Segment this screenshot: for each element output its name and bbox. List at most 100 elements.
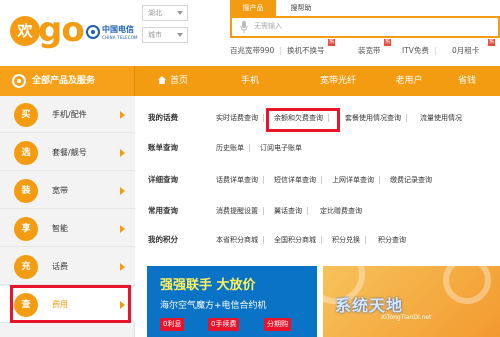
hot-link-label: 0月租卡 bbox=[452, 46, 480, 55]
fee-row-label: 详细查询 bbox=[148, 175, 178, 184]
fee-row-label: 账单查询 bbox=[148, 143, 178, 152]
logo-go-text: go bbox=[38, 10, 85, 50]
fee-link[interactable]: 流量使用情况 bbox=[420, 106, 462, 130]
fee-highlight-box bbox=[10, 285, 131, 323]
site-logo[interactable]: 欢 go bbox=[10, 10, 85, 50]
watermark-url: XiTongTianDi.net bbox=[381, 314, 432, 321]
chevron-right-icon bbox=[120, 263, 125, 271]
banner-headline: 强强联手 大放价 bbox=[160, 278, 256, 293]
nav-broadband[interactable]: 宽带光纤 bbox=[302, 66, 374, 96]
fee-link[interactable]: 全国积分商城 bbox=[274, 228, 322, 252]
hot-badge: 热 bbox=[384, 39, 392, 46]
banner-chip: 0手续费 bbox=[208, 318, 240, 331]
fee-row-detail-query: 详细查询 话费详单查询 短信详单查询 上网详单查询 缴费记录查询 bbox=[136, 168, 500, 192]
fee-link[interactable]: 本省积分商城 bbox=[216, 228, 264, 252]
microphone-icon bbox=[240, 21, 248, 33]
telecom-name: 中国电信 bbox=[102, 25, 134, 34]
telecom-icon bbox=[86, 25, 100, 39]
fee-row-label: 我的话费 bbox=[148, 113, 178, 122]
main-nav: 全部产品及服务 首页 手机 宽带光纤 老用户 省钱 bbox=[0, 66, 500, 96]
telecom-sub: CHINA TELECOM bbox=[102, 35, 138, 40]
hot-link-label: 百兆宽带990 bbox=[230, 46, 275, 55]
hot-link-label: 换机不换号 bbox=[287, 46, 325, 55]
home-icon bbox=[157, 76, 166, 84]
fee-row-bill-query: 账单查询 历史账单 订阅电子账单 bbox=[136, 136, 500, 160]
sidebar-item-broadband[interactable]: 装 宽带 bbox=[0, 172, 135, 209]
promo-banner-haier[interactable]: 强强联手 大放价 海尔空气魔方+电信合约机 0利息 0手续费 分期购 bbox=[147, 266, 317, 337]
select-icon: 选 bbox=[14, 141, 38, 165]
hot-link-label: ITV免费 bbox=[402, 46, 429, 55]
city-select[interactable]: 城市 bbox=[142, 27, 188, 43]
hot-link[interactable]: 装宽带热 bbox=[358, 39, 392, 58]
sidebar-item-label: 话费 bbox=[52, 262, 68, 271]
sidebar-item-label: 智能 bbox=[52, 224, 68, 233]
banner-chip: 0利息 bbox=[160, 318, 185, 331]
chevron-right-icon bbox=[120, 149, 125, 157]
banner-subline: 海尔空气魔方+电信合约机 bbox=[160, 301, 267, 311]
logo-huan-mark: 欢 bbox=[10, 16, 40, 46]
recharge-icon: 充 bbox=[14, 255, 38, 279]
nav-old-user[interactable]: 老用户 bbox=[384, 66, 434, 96]
hot-link[interactable]: ITV免费 | bbox=[402, 44, 436, 58]
hot-link-label: 装宽带 bbox=[358, 46, 381, 55]
fee-link[interactable]: 实时话费查询 bbox=[216, 106, 264, 130]
hot-badge: 热 bbox=[328, 39, 336, 46]
menu-icon bbox=[12, 74, 26, 88]
header: 欢 go 中国电信 CHINA TELECOM 湖北 城市 搜产品 搜帮助 无需… bbox=[0, 0, 500, 66]
hot-link[interactable]: 百兆宽带990 | bbox=[230, 44, 282, 58]
city-select-value: 城市 bbox=[148, 31, 162, 39]
search-input[interactable]: 无需输入 bbox=[230, 16, 500, 38]
fee-link[interactable]: 上网详单查询 bbox=[332, 168, 380, 192]
watermark-text: 系统天地 bbox=[335, 296, 404, 315]
fee-link[interactable]: 缴费记录查询 bbox=[390, 168, 432, 192]
fee-row-label: 我的积分 bbox=[148, 235, 178, 244]
chevron-down-icon bbox=[177, 11, 183, 15]
nav-home-label: 首页 bbox=[169, 76, 188, 86]
tab-search-product[interactable]: 搜产品 bbox=[230, 0, 276, 16]
search-placeholder: 无需输入 bbox=[254, 22, 282, 30]
banner-chip: 分期购 bbox=[264, 318, 291, 331]
fee-link[interactable]: 套餐使用情况查询 bbox=[345, 106, 407, 130]
fee-row-my-points: 我的积分 本省积分商城 全国积分商城 积分兑换 积分查询 bbox=[136, 228, 500, 252]
sidebar-item-plans[interactable]: 选 套餐/靓号 bbox=[0, 134, 135, 171]
hot-link[interactable]: 0月租卡 热 bbox=[452, 39, 496, 58]
promo-banner-right[interactable]: 系统天地 XiTongTianDi.net bbox=[323, 266, 500, 337]
balance-query-highlight-box bbox=[266, 108, 340, 132]
fee-link[interactable]: 积分兑换 bbox=[332, 228, 366, 252]
sidebar-item-label: 手机/配件 bbox=[52, 110, 87, 119]
sidebar-item-smart[interactable]: 享 智能 bbox=[0, 210, 135, 247]
nav-save-money[interactable]: 省钱 bbox=[458, 66, 500, 96]
install-icon: 装 bbox=[14, 179, 38, 203]
sidebar-item-label: 宽带 bbox=[52, 186, 68, 195]
chevron-right-icon bbox=[120, 111, 125, 119]
chevron-right-icon bbox=[120, 225, 125, 233]
fee-link[interactable]: 消费提醒设置 bbox=[216, 199, 264, 223]
buy-icon: 买 bbox=[14, 103, 38, 127]
province-select[interactable]: 湖北 bbox=[142, 5, 188, 21]
sidebar-item-label: 套餐/靓号 bbox=[52, 148, 87, 157]
hot-links: 百兆宽带990 | 换机不换号热 装宽带热 ITV免费 | 0月租卡热 bbox=[230, 39, 500, 58]
fee-link[interactable]: 话费详单查询 bbox=[216, 168, 264, 192]
china-telecom-logo: 中国电信 CHINA TELECOM bbox=[86, 24, 142, 44]
chevron-right-icon bbox=[120, 187, 125, 195]
sidebar-item-recharge[interactable]: 充 话费 bbox=[0, 248, 135, 285]
tab-search-help[interactable]: 搜帮助 bbox=[280, 0, 322, 16]
hot-badge: 热 bbox=[488, 39, 496, 46]
nav-phone[interactable]: 手机 bbox=[225, 66, 275, 96]
fee-link[interactable]: 历史账单 bbox=[216, 136, 250, 160]
sidebar-item-phone[interactable]: 买 手机/配件 bbox=[0, 96, 135, 133]
all-products-menu[interactable]: 全部产品及服务 bbox=[0, 66, 135, 96]
chevron-down-icon bbox=[177, 33, 183, 37]
fee-link[interactable]: 翼话查询 bbox=[274, 199, 308, 223]
all-products-label: 全部产品及服务 bbox=[32, 76, 96, 86]
province-select-value: 湖北 bbox=[148, 9, 162, 17]
fee-link[interactable]: 短信详单查询 bbox=[274, 168, 322, 192]
nav-home[interactable]: 首页 bbox=[148, 66, 198, 96]
fee-link[interactable]: 定比赠费查询 bbox=[320, 199, 362, 223]
fee-row-label: 常用查询 bbox=[148, 206, 178, 215]
hot-link[interactable]: 换机不换号热 bbox=[287, 39, 336, 58]
enjoy-icon: 享 bbox=[14, 217, 38, 241]
fee-link[interactable]: 订阅电子账单 bbox=[260, 136, 302, 160]
fee-row-common-query: 常用查询 消费提醒设置 翼话查询 定比赠费查询 bbox=[136, 199, 500, 223]
fee-link[interactable]: 积分查询 bbox=[378, 228, 406, 252]
